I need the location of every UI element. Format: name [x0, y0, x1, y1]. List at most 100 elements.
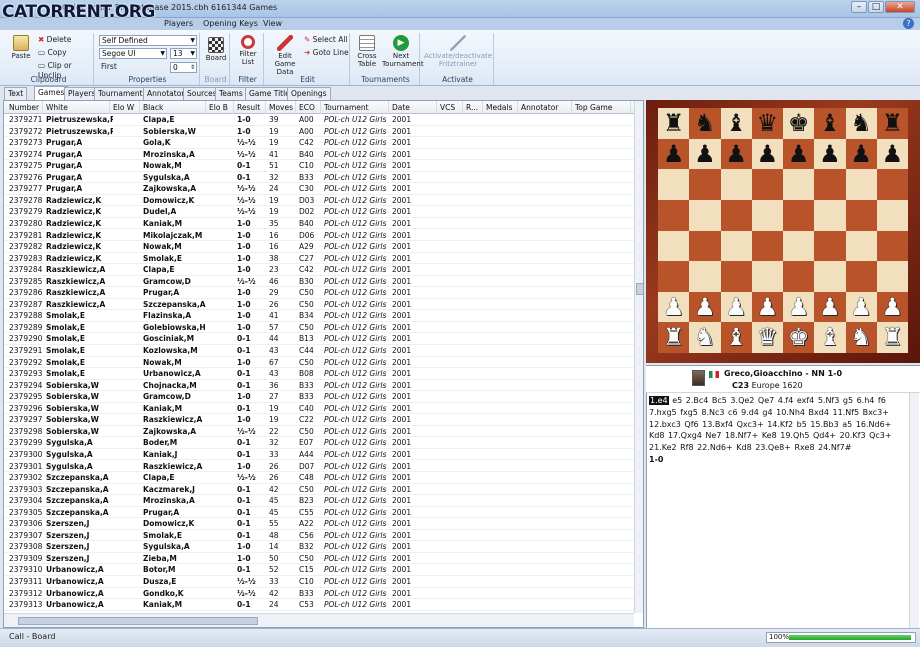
table-row[interactable]: 2379282 Radziewicz,K Nowak,M 1-0 16 A29 POL-ch…	[4, 241, 634, 253]
table-row[interactable]: 2379278 Radziewicz,K Domowicz,K ½-½ 19 D03 POL…	[4, 195, 634, 207]
table-row[interactable]: 2379277 Prugar,A Zajkowska,A ½-½ 24 C30 POL-ch…	[4, 183, 634, 195]
table-row[interactable]: 2379280 Radziewicz,K Kaniak,M 1-0 35 B40 POL-c…	[4, 218, 634, 230]
table-row[interactable]: 2379290 Smolak,E Gosciniak,M 0-1 44 B13 POL-ch…	[4, 333, 634, 345]
column-header-medals[interactable]: Medals	[483, 101, 518, 114]
black-pawn-icon[interactable]: ♟	[877, 139, 908, 170]
table-row[interactable]: 2379292 Smolak,E Nowak,M 1-0 67 C50 POL-ch U12…	[4, 357, 634, 369]
board-square[interactable]	[845, 230, 877, 262]
paste-button[interactable]: Paste	[7, 35, 35, 60]
table-row[interactable]: 2379283 Radziewicz,K Smolak,E 1-0 38 C27 POL-c…	[4, 253, 634, 265]
black-king-icon[interactable]: ♚	[783, 108, 814, 139]
table-row[interactable]: 2379309 Szerszen,J Zieba,M 1-0 50 C50 POL-ch U…	[4, 553, 634, 565]
table-row[interactable]: 2379285 Raszkiewicz,A Gramcow,D ½-½ 46 B30 POL…	[4, 276, 634, 288]
board-square[interactable]	[783, 261, 815, 292]
table-row[interactable]: 2379281 Radziewicz,K Mikolajczak,M 1-0 16 D06…	[4, 230, 634, 241]
table-row[interactable]: 2379287 Raszkiewicz,A Szczepanska,A 1-0 26 C5…	[4, 299, 634, 311]
white-rook-icon[interactable]: ♜	[877, 322, 908, 353]
board-square[interactable]	[845, 261, 877, 292]
current-move[interactable]: 1.e4	[649, 396, 669, 405]
scroll-thumb[interactable]	[636, 283, 643, 295]
size-select[interactable]: 13 ▼	[170, 48, 197, 59]
copy-button[interactable]: ▭ Copy	[38, 48, 67, 58]
board-square[interactable]	[814, 230, 846, 262]
column-header-eco[interactable]: ECO	[296, 101, 321, 114]
help-icon[interactable]: ?	[903, 18, 914, 29]
move-list[interactable]: e5 2.Bc4 Bc5 3.Qe2 Qe7 4.f4 exf4 5.Nf3 g…	[649, 396, 892, 452]
table-row[interactable]: 2379307 Szerszen,J Smolak,E 0-1 48 C56 POL-ch …	[4, 530, 634, 542]
black-knight-icon[interactable]: ♞	[846, 108, 877, 139]
board-square[interactable]	[783, 169, 815, 200]
white-knight-icon[interactable]: ♞	[846, 322, 877, 353]
board-square[interactable]	[751, 169, 783, 200]
table-row[interactable]: 2379275 Prugar,A Nowak,M 0-1 51 C10 POL-ch U12…	[4, 160, 634, 172]
black-bishop-icon[interactable]: ♝	[721, 108, 752, 139]
table-row[interactable]: 2379274 Prugar,A Mrozinska,A ½-½ 41 B40 POL-ch…	[4, 149, 634, 161]
board-square[interactable]	[814, 261, 846, 292]
column-header-result[interactable]: Result	[234, 101, 266, 114]
next-tournament-button[interactable]: ▶ Next Tournament	[382, 35, 424, 68]
font-select[interactable]: Segoe UI ▼	[99, 48, 167, 59]
column-header-white[interactable]: White	[43, 101, 110, 114]
board-square[interactable]	[751, 261, 783, 292]
table-row[interactable]: 2379297 Sobierska,W Raszkiewicz,A 1-0 19 C22 P…	[4, 414, 634, 426]
board-square[interactable]	[751, 230, 783, 262]
table-row[interactable]: 2379273 Prugar,A Gola,K ½-½ 19 C42 POL-ch U12 …	[4, 137, 634, 149]
table-row[interactable]: 2379293 Smolak,E Urbanowicz,A 0-1 43 B08 POL-c…	[4, 368, 634, 380]
table-row[interactable]: 2379312 Urbanowicz,A Gondko,K ½-½ 42 B33 POL-c…	[4, 588, 634, 600]
notation-text[interactable]: 1.e4 e5 2.Bc4 Bc5 3.Qe2 Qe7 4.f4 exf4 5.…	[649, 395, 907, 466]
white-pawn-icon[interactable]: ♟	[814, 292, 845, 323]
select-all-button[interactable]: ✎ Select All	[304, 35, 348, 45]
black-pawn-icon[interactable]: ♟	[752, 139, 783, 170]
table-row[interactable]: 2379303 Szczepanska,A Kaczmarek,J 0-1 42 C50 P…	[4, 484, 634, 496]
black-rook-icon[interactable]: ♜	[877, 108, 908, 139]
black-knight-icon[interactable]: ♞	[689, 108, 720, 139]
board-button[interactable]: Board	[203, 37, 229, 62]
column-header-r[interactable]: R...	[463, 101, 483, 114]
board-square[interactable]	[658, 199, 690, 231]
table-row[interactable]: 2379306 Szerszen,J Domowicz,K 0-1 55 A22 POL-c…	[4, 518, 634, 530]
game-list-vertical-scrollbar[interactable]	[634, 101, 643, 613]
board-square[interactable]	[689, 199, 721, 231]
black-pawn-icon[interactable]: ♟	[814, 139, 845, 170]
column-header-annotator[interactable]: Annotator	[518, 101, 572, 114]
column-header-vcs[interactable]: VCS	[437, 101, 463, 114]
table-row[interactable]: 2379294 Sobierska,W Chojnacka,M 0-1 36 B33 POL…	[4, 380, 634, 392]
table-row[interactable]: 2379313 Urbanowicz,A Kaniak,M 0-1 24 C53 POL-c…	[4, 599, 634, 611]
table-row[interactable]: 2379302 Szczepanska,A Clapa,E ½-½ 26 C48 POL-c…	[4, 472, 634, 484]
board-square[interactable]	[845, 199, 877, 231]
white-pawn-icon[interactable]: ♟	[689, 292, 720, 323]
notation-scrollbar[interactable]	[909, 393, 919, 628]
menu-view[interactable]: View	[263, 18, 282, 30]
table-row[interactable]: 2379311 Urbanowicz,A Dusza,E ½-½ 33 C10 POL-ch…	[4, 576, 634, 588]
white-pawn-icon[interactable]: ♟	[877, 292, 908, 323]
first-stepper[interactable]: 0 ⇕	[170, 62, 197, 73]
table-row[interactable]: 2379301 Sygulska,A Raszkiewicz,A 1-0 26 D07 PO…	[4, 461, 634, 472]
board-square[interactable]	[658, 261, 690, 292]
table-row[interactable]: 2379295 Sobierska,W Gramcow,D 1-0 27 B33 POL-c…	[4, 391, 634, 403]
board-square[interactable]	[876, 230, 908, 262]
black-rook-icon[interactable]: ♜	[658, 108, 689, 139]
table-row[interactable]: 2379288 Smolak,E Flazinska,A 1-0 41 B34 POL-ch…	[4, 310, 634, 322]
board-square[interactable]	[845, 169, 877, 200]
table-row[interactable]: 2379284 Raszkiewicz,A Clapa,E 1-0 23 C42 POL-c…	[4, 264, 634, 276]
column-header-black[interactable]: Black	[140, 101, 206, 114]
table-row[interactable]: 2379308 Szerszen,J Sygulska,A 1-0 14 B32 POL-c…	[4, 541, 634, 553]
table-row[interactable]: 2379310 Urbanowicz,A Botor,M 0-1 52 C15 POL-ch…	[4, 564, 634, 576]
board-square[interactable]	[876, 261, 908, 292]
column-header-elo-b[interactable]: Elo B	[206, 101, 234, 114]
table-row[interactable]: 2379276 Prugar,A Sygulska,A 0-1 32 B33 POL-ch …	[4, 172, 634, 184]
maximize-button[interactable]: □	[868, 1, 884, 13]
white-bishop-icon[interactable]: ♝	[814, 322, 845, 353]
table-row[interactable]: 2379291 Smolak,E Kozlowska,M 0-1 43 C44 POL-ch…	[4, 345, 634, 357]
board-square[interactable]	[720, 230, 752, 262]
board-square[interactable]	[814, 169, 846, 200]
white-queen-icon[interactable]: ♛	[752, 322, 783, 353]
white-knight-icon[interactable]: ♞	[689, 322, 720, 353]
board-square[interactable]	[689, 230, 721, 262]
tab-tournaments[interactable]: Tournaments	[94, 87, 151, 100]
scroll-thumb[interactable]	[18, 617, 258, 625]
table-row[interactable]: 2379272 Pietruszewska,P Sobierska,W 1-0 19 A0…	[4, 126, 634, 138]
table-row[interactable]: 2379299 Sygulska,A Boder,M 0-1 32 E07 POL-ch U…	[4, 437, 634, 449]
delete-button[interactable]: ✖ Delete	[38, 35, 71, 45]
table-row[interactable]: 2379271 Pietruszewska,P Clapa,E 1-0 39 A00 POL…	[4, 114, 634, 126]
